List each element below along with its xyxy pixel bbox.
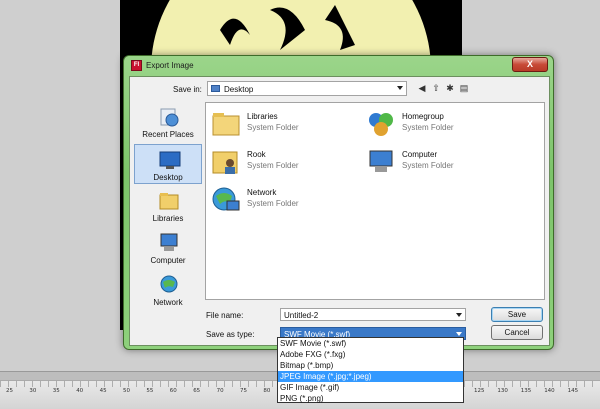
- place-label: Libraries: [152, 214, 184, 223]
- item-type: System Folder: [247, 199, 299, 208]
- place-label: Recent Places: [142, 130, 194, 139]
- item-name: Computer: [402, 150, 438, 159]
- ruler-tick-label: 125: [474, 388, 485, 394]
- places-bar: Recent Places Desktop Libraries Computer…: [134, 102, 202, 334]
- ruler-tick-label: 45: [99, 388, 107, 394]
- list-item-computer[interactable]: Computer System Folder: [366, 147, 516, 183]
- ruler-tick-label: 55: [146, 388, 154, 394]
- save-button[interactable]: Save: [491, 307, 543, 322]
- place-libraries[interactable]: Libraries: [134, 186, 202, 226]
- item-type: System Folder: [402, 161, 454, 170]
- ruler-tick-label: 140: [544, 388, 555, 394]
- dropdown-option[interactable]: PNG (*.png): [278, 393, 463, 404]
- ruler-tick-label: 145: [567, 388, 579, 394]
- save-as-type-label: Save as type:: [206, 330, 255, 339]
- homegroup-icon: [369, 113, 393, 136]
- ruler-tick-label: 30: [29, 388, 37, 394]
- new-folder-icon[interactable]: ✱: [444, 82, 456, 94]
- place-computer[interactable]: Computer: [134, 228, 202, 268]
- list-item-homegroup[interactable]: Homegroup System Folder: [366, 109, 516, 145]
- ruler-tick-label: 75: [240, 388, 247, 394]
- dropdown-option[interactable]: GIF Image (*.gif): [278, 382, 463, 393]
- ruler-tick-label: 25: [6, 388, 13, 394]
- item-name: Libraries: [247, 112, 278, 121]
- up-folder-icon[interactable]: ⇧: [430, 82, 442, 94]
- save-in-label: Save in:: [173, 85, 202, 94]
- place-label: Network: [153, 298, 183, 307]
- place-label: Desktop: [153, 173, 183, 182]
- desktop-icon: [159, 151, 181, 169]
- desktop-folder-icon: [211, 85, 220, 92]
- place-desktop[interactable]: Desktop: [134, 144, 202, 184]
- ruler-tick-label: 50: [123, 388, 130, 394]
- item-name: Rook: [247, 150, 266, 159]
- user-folder-icon: [212, 151, 238, 174]
- file-name-value: Untitled-2: [284, 311, 319, 320]
- item-name: Homegroup: [402, 112, 444, 121]
- place-recent-places[interactable]: Recent Places: [134, 102, 202, 142]
- file-list[interactable]: Libraries System Folder Homegroup System…: [205, 102, 545, 300]
- save-in-value: Desktop: [224, 85, 254, 94]
- computer-icon: [160, 233, 178, 251]
- dropdown-option[interactable]: SWF Movie (*.swf): [278, 338, 463, 349]
- back-icon[interactable]: ◀: [416, 82, 428, 94]
- list-item-libraries[interactable]: Libraries System Folder: [211, 109, 361, 145]
- save-as-type-options: SWF Movie (*.swf) Adobe FXG (*.fxg) Bitmap…: [277, 337, 464, 403]
- ruler-tick-label: 135: [520, 388, 532, 394]
- network-icon: [212, 187, 240, 211]
- recent-places-icon: [160, 108, 179, 127]
- chevron-down-icon: [456, 332, 462, 336]
- save-in-dropdown[interactable]: Desktop: [207, 81, 407, 96]
- chevron-down-icon: [397, 86, 403, 90]
- view-menu-icon[interactable]: ▤: [458, 82, 470, 94]
- libraries-icon: [159, 193, 179, 210]
- network-icon: [160, 275, 178, 293]
- place-label: Computer: [150, 256, 186, 265]
- item-type: System Folder: [402, 123, 454, 132]
- place-network[interactable]: Network: [134, 270, 202, 310]
- list-item-network[interactable]: Network System Folder: [211, 185, 361, 221]
- item-type: System Folder: [247, 123, 299, 132]
- ruler-tick-label: 130: [497, 388, 508, 394]
- flash-app-icon: Fl: [131, 60, 142, 71]
- libraries-folder-icon: [212, 113, 240, 136]
- cancel-button[interactable]: Cancel: [491, 325, 543, 340]
- file-name-field[interactable]: Untitled-2: [280, 308, 466, 321]
- dropdown-option[interactable]: Adobe FXG (*.fxg): [278, 349, 463, 360]
- export-image-dialog: Fl Export Image X Save in: Desktop ◀ ⇧ ✱…: [123, 55, 554, 350]
- file-name-label: File name:: [206, 311, 244, 320]
- dialog-title: Export Image: [146, 61, 194, 70]
- dialog-titlebar[interactable]: Fl Export Image X: [124, 56, 553, 76]
- list-item-rook[interactable]: Rook System Folder: [211, 147, 361, 183]
- ruler-tick-label: 35: [52, 388, 60, 394]
- ruler-tick-label: 60: [169, 388, 177, 394]
- item-name: Network: [247, 188, 277, 197]
- dialog-body: Save in: Desktop ◀ ⇧ ✱ ▤ Recent Places D…: [129, 76, 550, 346]
- ruler-tick-label: 70: [216, 388, 224, 394]
- ruler-tick-label: 65: [193, 388, 201, 394]
- computer-icon: [369, 150, 393, 172]
- dropdown-option[interactable]: JPEG Image (*.jpg;*.jpeg): [278, 371, 463, 382]
- ruler-tick-label: 80: [263, 388, 271, 394]
- dropdown-option[interactable]: Bitmap (*.bmp): [278, 360, 463, 371]
- chevron-down-icon: [456, 313, 462, 317]
- ruler-tick-label: 40: [76, 388, 84, 394]
- item-type: System Folder: [247, 161, 299, 170]
- close-button[interactable]: X: [512, 57, 548, 72]
